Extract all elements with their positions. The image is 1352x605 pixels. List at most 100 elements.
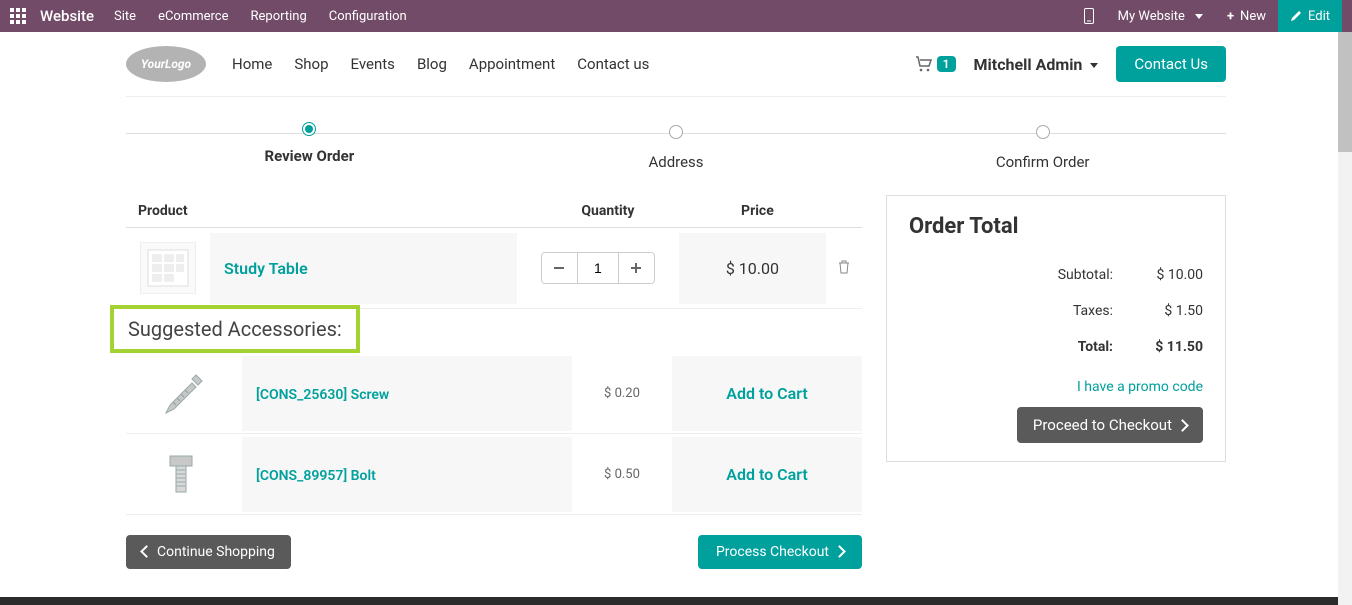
step-confirm-order[interactable]: Confirm Order bbox=[859, 125, 1226, 171]
th-quantity: Quantity bbox=[530, 203, 687, 219]
accessory-link[interactable]: [CONS_25630] Screw bbox=[256, 387, 389, 403]
suggested-accessories-heading: Suggested Accessories: bbox=[110, 305, 360, 353]
page-footer bbox=[0, 597, 1352, 605]
nav-home[interactable]: Home bbox=[232, 55, 272, 73]
price-cell: $ 10.00 bbox=[679, 233, 826, 304]
qty-minus-button[interactable] bbox=[542, 253, 578, 283]
taxes-line: Taxes: $ 1.50 bbox=[909, 293, 1203, 329]
subtotal-value: $ 10.00 bbox=[1113, 267, 1203, 283]
accessory-thumbnail[interactable] bbox=[150, 359, 218, 427]
accessory-thumbnail[interactable] bbox=[150, 440, 218, 508]
order-total-panel: Order Total Subtotal: $ 10.00 Taxes: $ 1… bbox=[886, 195, 1226, 462]
mobile-preview-icon[interactable] bbox=[1072, 0, 1106, 32]
step-dot-icon bbox=[1036, 125, 1050, 139]
pencil-icon bbox=[1290, 10, 1302, 22]
nav-blog[interactable]: Blog bbox=[417, 55, 447, 73]
product-name-cell: Study Table bbox=[210, 233, 517, 304]
minus-icon bbox=[554, 267, 564, 269]
user-name: Mitchell Admin bbox=[974, 55, 1083, 74]
add-to-cart-link[interactable]: Add to Cart bbox=[726, 384, 807, 403]
accessory-row: [CONS_25630] Screw $ 0.20 Add to Cart bbox=[126, 353, 862, 434]
accessory-link[interactable]: [CONS_89957] Bolt bbox=[256, 468, 376, 484]
caret-down-icon bbox=[1195, 14, 1203, 19]
accessory-price: $ 0.50 bbox=[572, 467, 672, 482]
total-value: $ 11.50 bbox=[1113, 339, 1203, 355]
step-dot-icon bbox=[669, 125, 683, 139]
accessory-price: $ 0.20 bbox=[572, 386, 672, 401]
chevron-left-icon bbox=[142, 544, 151, 560]
total-line: Total: $ 11.50 bbox=[909, 329, 1203, 365]
odoo-topbar: Website Site eCommerce Reporting Configu… bbox=[0, 0, 1352, 32]
quantity-stepper bbox=[541, 252, 655, 284]
quantity-cell bbox=[517, 238, 679, 298]
process-checkout-label: Process Checkout bbox=[716, 544, 829, 560]
nav-events[interactable]: Events bbox=[351, 55, 395, 73]
topbar-menu-configuration[interactable]: Configuration bbox=[329, 9, 407, 24]
accessory-add-cell: Add to Cart bbox=[672, 437, 862, 512]
accessory-row: [CONS_89957] Bolt $ 0.50 Add to Cart bbox=[126, 434, 862, 515]
nav-appointment[interactable]: Appointment bbox=[469, 55, 555, 73]
step-label: Confirm Order bbox=[859, 153, 1226, 171]
plus-icon: + bbox=[1227, 9, 1234, 24]
process-checkout-button[interactable]: Process Checkout bbox=[698, 535, 862, 569]
taxes-label: Taxes: bbox=[909, 303, 1113, 319]
cart-actions-bar: Continue Shopping Process Checkout bbox=[126, 535, 862, 569]
topbar-menu-site[interactable]: Site bbox=[114, 9, 136, 24]
subtotal-line: Subtotal: $ 10.00 bbox=[909, 257, 1203, 293]
chevron-right-icon bbox=[835, 544, 844, 560]
apps-icon[interactable] bbox=[10, 8, 26, 24]
remove-item-button[interactable] bbox=[826, 259, 862, 278]
nav-contactus[interactable]: Contact us bbox=[577, 55, 649, 73]
taxes-value: $ 1.50 bbox=[1113, 303, 1203, 319]
bolt-icon bbox=[156, 446, 212, 502]
continue-shopping-button[interactable]: Continue Shopping bbox=[126, 535, 291, 569]
accessory-name-cell: [CONS_89957] Bolt bbox=[242, 437, 572, 512]
edit-label: Edit bbox=[1308, 9, 1330, 24]
add-to-cart-link[interactable]: Add to Cart bbox=[726, 465, 807, 484]
user-dropdown[interactable]: Mitchell Admin bbox=[974, 55, 1099, 74]
step-dot-icon bbox=[305, 125, 313, 133]
step-label: Address bbox=[493, 153, 860, 171]
topbar-menu-reporting[interactable]: Reporting bbox=[251, 9, 307, 24]
step-address[interactable]: Address bbox=[493, 125, 860, 171]
site-menu: Home Shop Events Blog Appointment Contac… bbox=[232, 55, 649, 73]
qty-plus-button[interactable] bbox=[618, 253, 654, 283]
step-review-order[interactable]: Review Order bbox=[126, 125, 493, 171]
promo-code-link[interactable]: I have a promo code bbox=[909, 379, 1203, 395]
continue-shopping-label: Continue Shopping bbox=[157, 544, 275, 560]
new-button[interactable]: + New bbox=[1215, 0, 1278, 32]
my-website-dropdown[interactable]: My Website bbox=[1106, 0, 1215, 32]
proceed-to-checkout-button[interactable]: Proceed to Checkout bbox=[1017, 407, 1203, 443]
order-total-title: Order Total bbox=[909, 214, 1203, 239]
topbar-brand[interactable]: Website bbox=[40, 7, 94, 25]
th-price: Price bbox=[686, 203, 828, 219]
nav-shop[interactable]: Shop bbox=[294, 55, 328, 73]
trash-icon bbox=[838, 260, 850, 274]
subtotal-label: Subtotal: bbox=[909, 267, 1113, 283]
topbar-menu: Site eCommerce Reporting Configuration bbox=[114, 9, 407, 24]
my-website-label: My Website bbox=[1118, 9, 1185, 24]
cart-header-row: Product Quantity Price bbox=[126, 195, 862, 228]
cart-count-badge: 1 bbox=[937, 56, 956, 72]
site-logo[interactable]: YourLogo bbox=[126, 46, 206, 82]
edit-button[interactable]: Edit bbox=[1278, 0, 1342, 32]
th-product: Product bbox=[138, 203, 530, 219]
scrollbar[interactable] bbox=[1338, 32, 1352, 605]
product-link[interactable]: Study Table bbox=[224, 259, 308, 278]
logo-text: YourLogo bbox=[141, 57, 191, 71]
product-thumbnail[interactable] bbox=[140, 242, 196, 294]
topbar-menu-ecommerce[interactable]: eCommerce bbox=[158, 9, 228, 24]
plus-icon bbox=[631, 263, 641, 273]
new-label: New bbox=[1240, 9, 1266, 24]
qty-input[interactable] bbox=[578, 253, 618, 283]
step-label: Review Order bbox=[126, 147, 493, 165]
checkout-steps: Review Order Address Confirm Order bbox=[126, 125, 1226, 171]
caret-down-icon bbox=[1090, 63, 1098, 68]
contact-us-button[interactable]: Contact Us bbox=[1116, 46, 1226, 82]
cart-icon bbox=[915, 56, 933, 72]
accessory-name-cell: [CONS_25630] Screw bbox=[242, 356, 572, 431]
chevron-right-icon bbox=[1178, 416, 1187, 434]
screw-icon bbox=[156, 365, 212, 421]
accessory-add-cell: Add to Cart bbox=[672, 356, 862, 431]
cart-indicator[interactable]: 1 bbox=[915, 56, 956, 72]
